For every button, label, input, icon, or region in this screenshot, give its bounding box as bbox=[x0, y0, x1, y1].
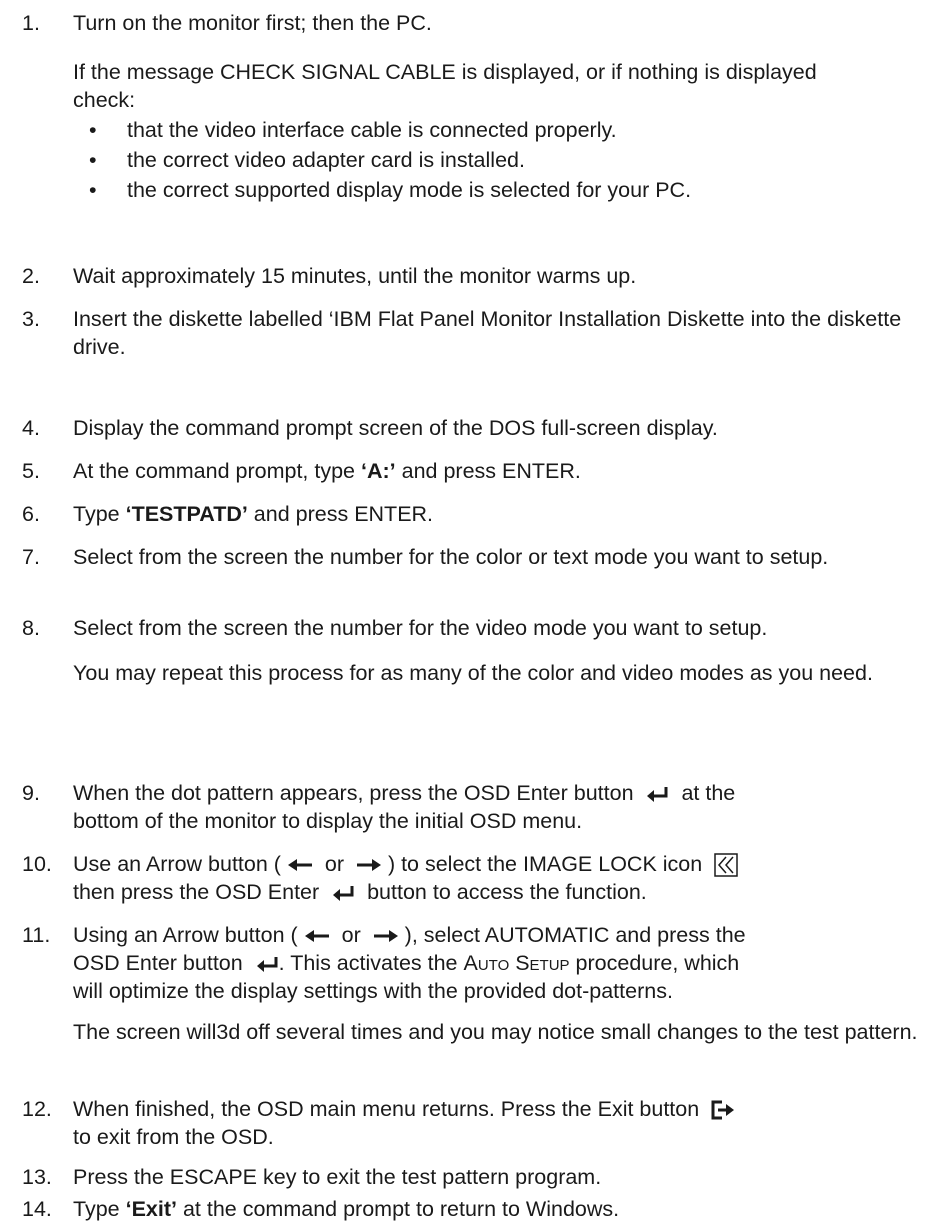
step-text: At the command prompt, type bbox=[73, 459, 361, 483]
step-text: or bbox=[324, 852, 344, 876]
step-text: When the dot pattern appears, press the … bbox=[73, 781, 634, 805]
step-text: and press ENTER. bbox=[395, 459, 581, 483]
step-text: Turn on the monitor first; then the PC. bbox=[73, 11, 432, 35]
bullet-item: the correct supported display mode is se… bbox=[73, 176, 935, 206]
bullet-item: the correct video adapter card is instal… bbox=[73, 146, 935, 176]
step-number: 6. bbox=[22, 502, 40, 526]
bullet-list: that the video interface cable is connec… bbox=[73, 116, 935, 206]
step-text: and press ENTER. bbox=[247, 502, 434, 526]
right-arrow-icon bbox=[373, 929, 399, 943]
step-number: 11. bbox=[22, 923, 51, 947]
step-text: Using an Arrow button ( bbox=[73, 923, 298, 947]
step-text: Type bbox=[73, 1197, 126, 1221]
step-number: 12. bbox=[22, 1097, 52, 1121]
step-number: 1. bbox=[22, 11, 40, 35]
step-number: 10. bbox=[22, 852, 52, 876]
command-text: ‘Exit’ bbox=[125, 1197, 177, 1221]
instruction-page: 1. Turn on the monitor first; then the P… bbox=[0, 0, 942, 1221]
step-text: . This activates the bbox=[278, 951, 464, 975]
step-text: at the command prompt to return to Windo… bbox=[176, 1197, 620, 1221]
enter-key-icon bbox=[255, 956, 279, 973]
step-number: 14. bbox=[22, 1197, 52, 1221]
step-number: 9. bbox=[22, 781, 40, 805]
step-text: Insert the diskette labelled ‘IBM Flat P… bbox=[73, 307, 902, 359]
step-text: Select from the screen the number for th… bbox=[73, 616, 768, 640]
command-text: ‘TESTPATD’ bbox=[125, 502, 248, 526]
step-text: Use an Arrow button ( bbox=[73, 852, 281, 876]
right-arrow-icon bbox=[356, 858, 382, 872]
step-text: ), select AUTOMATIC and press the bbox=[404, 923, 746, 947]
step-text: OSD Enter button bbox=[73, 951, 243, 975]
step-number: 2. bbox=[22, 264, 40, 288]
step-text: or bbox=[341, 923, 361, 947]
step-number: 5. bbox=[22, 459, 40, 483]
step-text: When finished, the OSD main menu returns… bbox=[73, 1097, 700, 1121]
step-text: Type bbox=[73, 502, 126, 526]
step-number: 8. bbox=[22, 616, 40, 640]
exit-icon bbox=[711, 1100, 735, 1120]
step-text: procedure, which bbox=[569, 951, 740, 975]
enter-key-icon bbox=[331, 885, 355, 902]
step-text: bottom of the monitor to display the ini… bbox=[73, 809, 583, 833]
image-lock-icon bbox=[714, 853, 738, 878]
step-text: to exit from the OSD. bbox=[73, 1125, 274, 1149]
step-number: 13. bbox=[22, 1165, 52, 1189]
step-note: You may repeat this process for as many … bbox=[73, 661, 873, 685]
step-number: 3. bbox=[22, 307, 40, 331]
step-text: then press the OSD Enter bbox=[73, 880, 320, 904]
step-text: button to access the function. bbox=[367, 880, 647, 904]
left-arrow-icon bbox=[287, 858, 313, 872]
step-text: ) to select the IMAGE LOCK icon bbox=[387, 852, 703, 876]
step-number: 4. bbox=[22, 416, 40, 440]
step-number: 7. bbox=[22, 545, 40, 569]
step-note: The screen will3d off several times and … bbox=[73, 1020, 918, 1044]
step-text: Wait approximately 15 minutes, until the… bbox=[73, 264, 637, 288]
step-text: Display the command prompt screen of the… bbox=[73, 416, 718, 440]
left-arrow-icon bbox=[304, 929, 330, 943]
step-text: Select from the screen the number for th… bbox=[73, 545, 829, 569]
step-text: will optimize the display settings with … bbox=[73, 979, 673, 1003]
step-note: If the message CHECK SIGNAL CABLE is dis… bbox=[73, 60, 817, 112]
bullet-item: that the video interface cable is connec… bbox=[73, 116, 935, 146]
enter-key-icon bbox=[645, 786, 669, 803]
step-text: at the bbox=[681, 781, 736, 805]
command-text: ‘A:’ bbox=[361, 459, 396, 483]
step-text: Auto Setup bbox=[463, 951, 570, 975]
step-text: Press the ESCAPE key to exit the test pa… bbox=[73, 1165, 602, 1189]
